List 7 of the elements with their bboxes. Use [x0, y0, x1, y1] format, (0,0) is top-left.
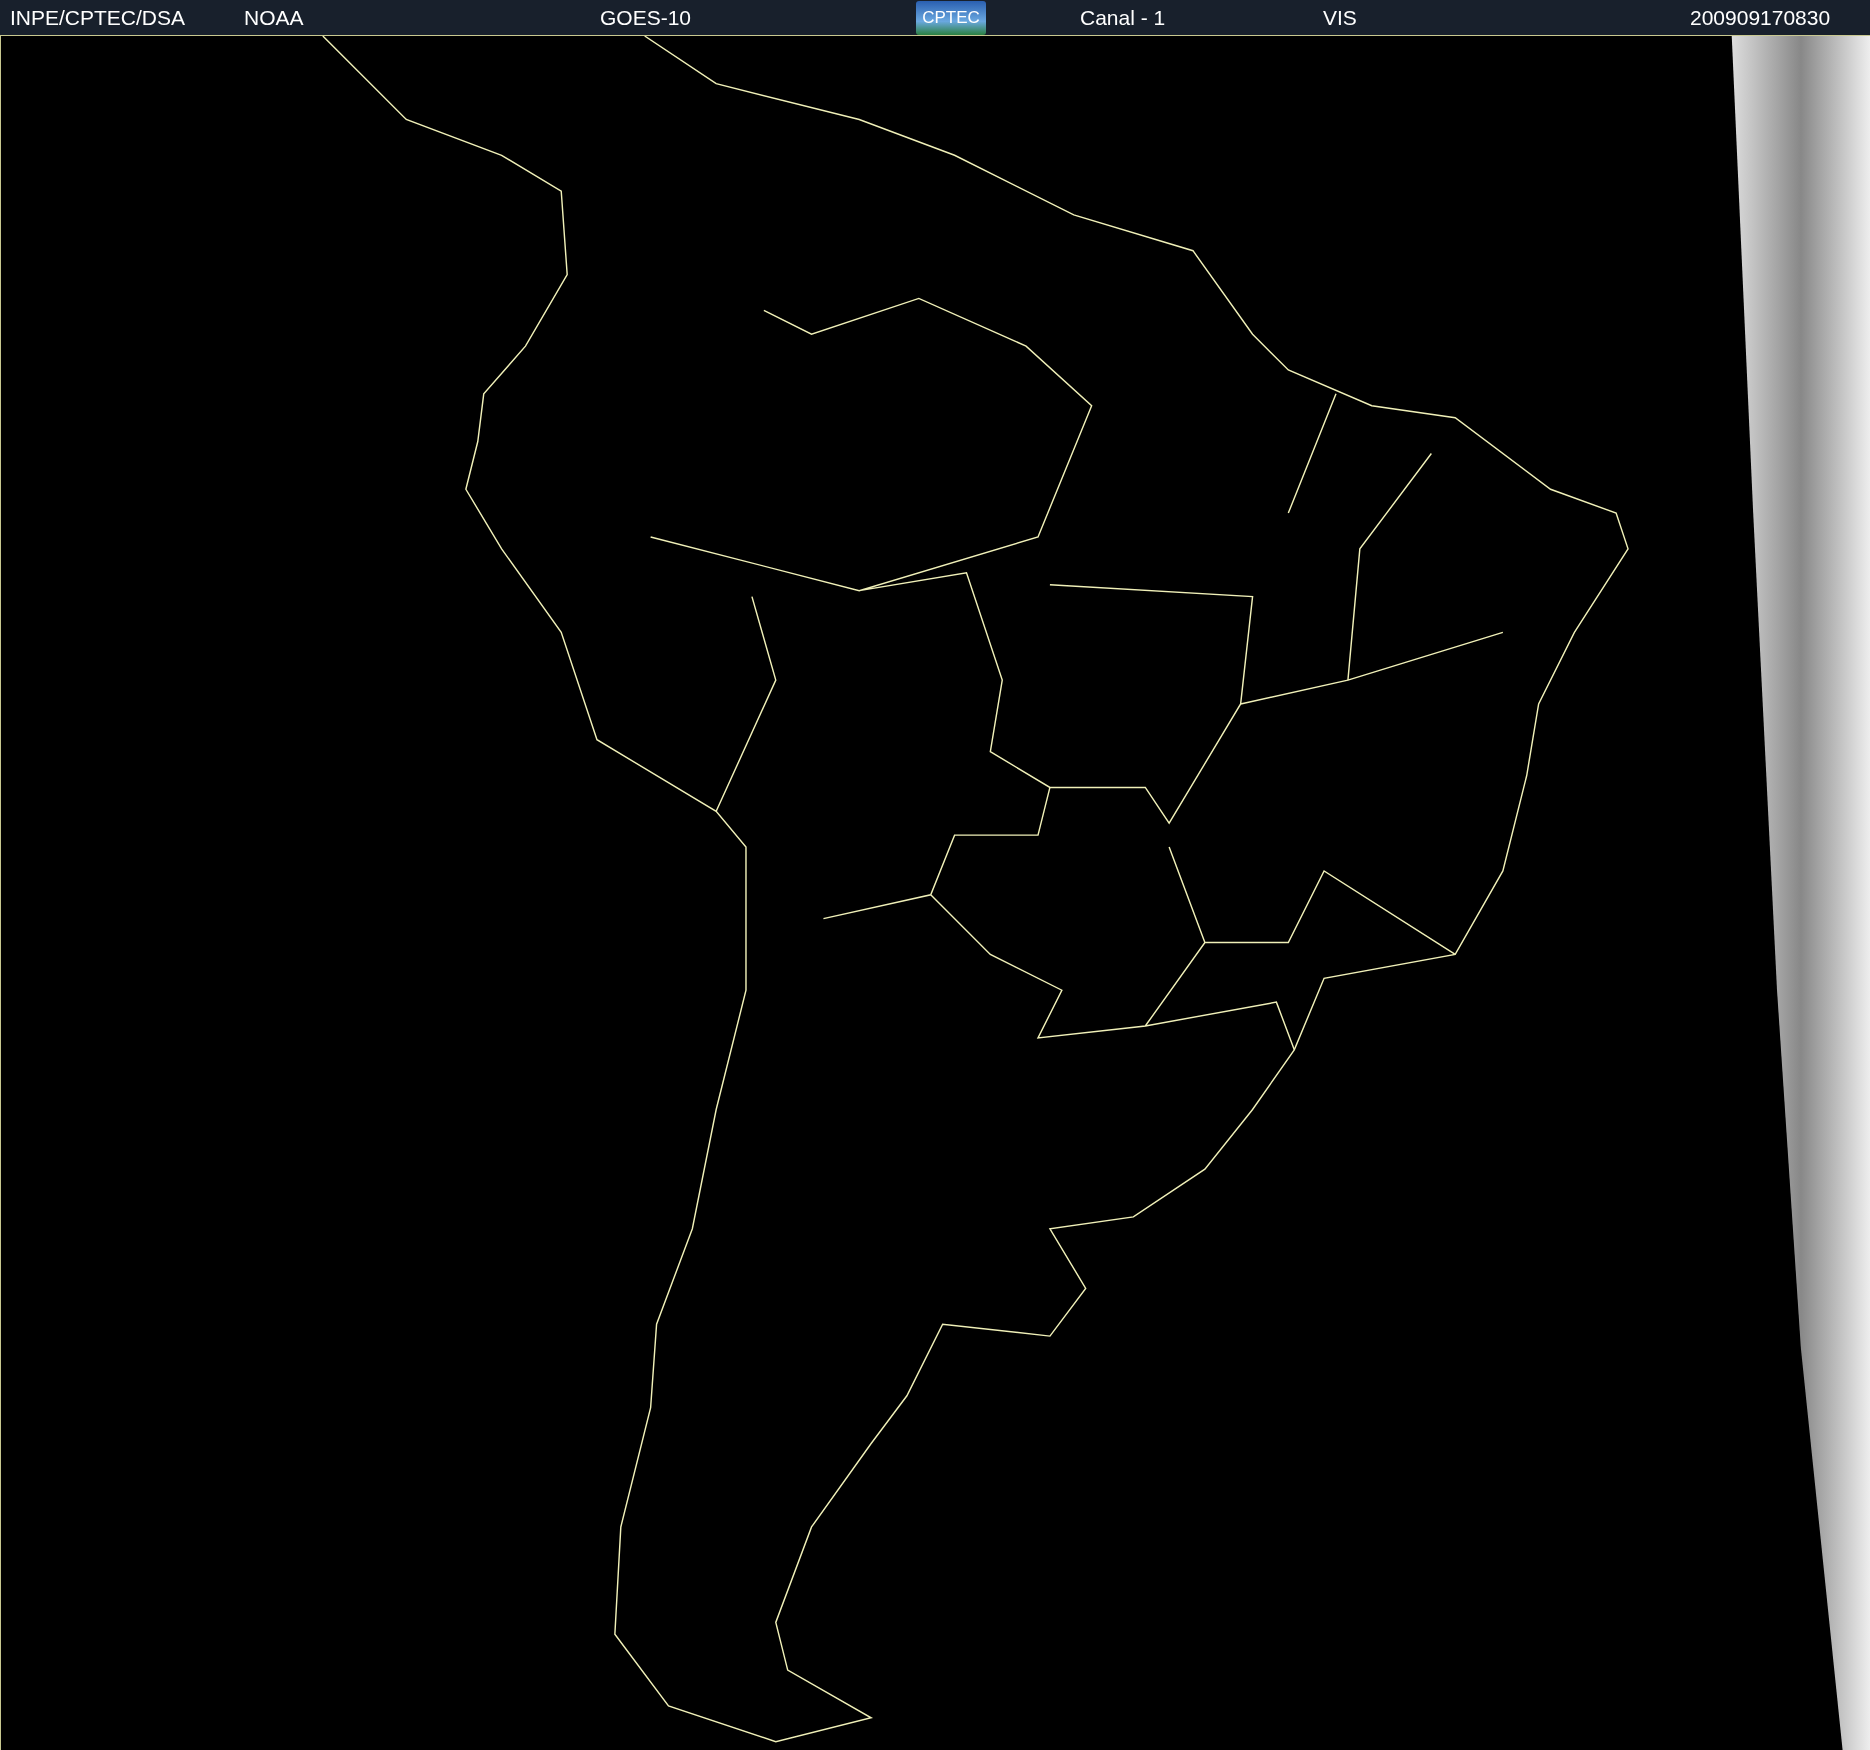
agency-logo: CPTEC: [916, 0, 986, 35]
header-label: GOES-10: [600, 5, 692, 30]
header-label: NOAA: [244, 5, 304, 30]
header-label: INPE/CPTEC/DSA: [10, 5, 186, 30]
header-label: VIS: [1323, 5, 1357, 30]
header-label: Canal - 1: [1080, 5, 1166, 30]
header-label: 200909170830: [1690, 5, 1831, 30]
